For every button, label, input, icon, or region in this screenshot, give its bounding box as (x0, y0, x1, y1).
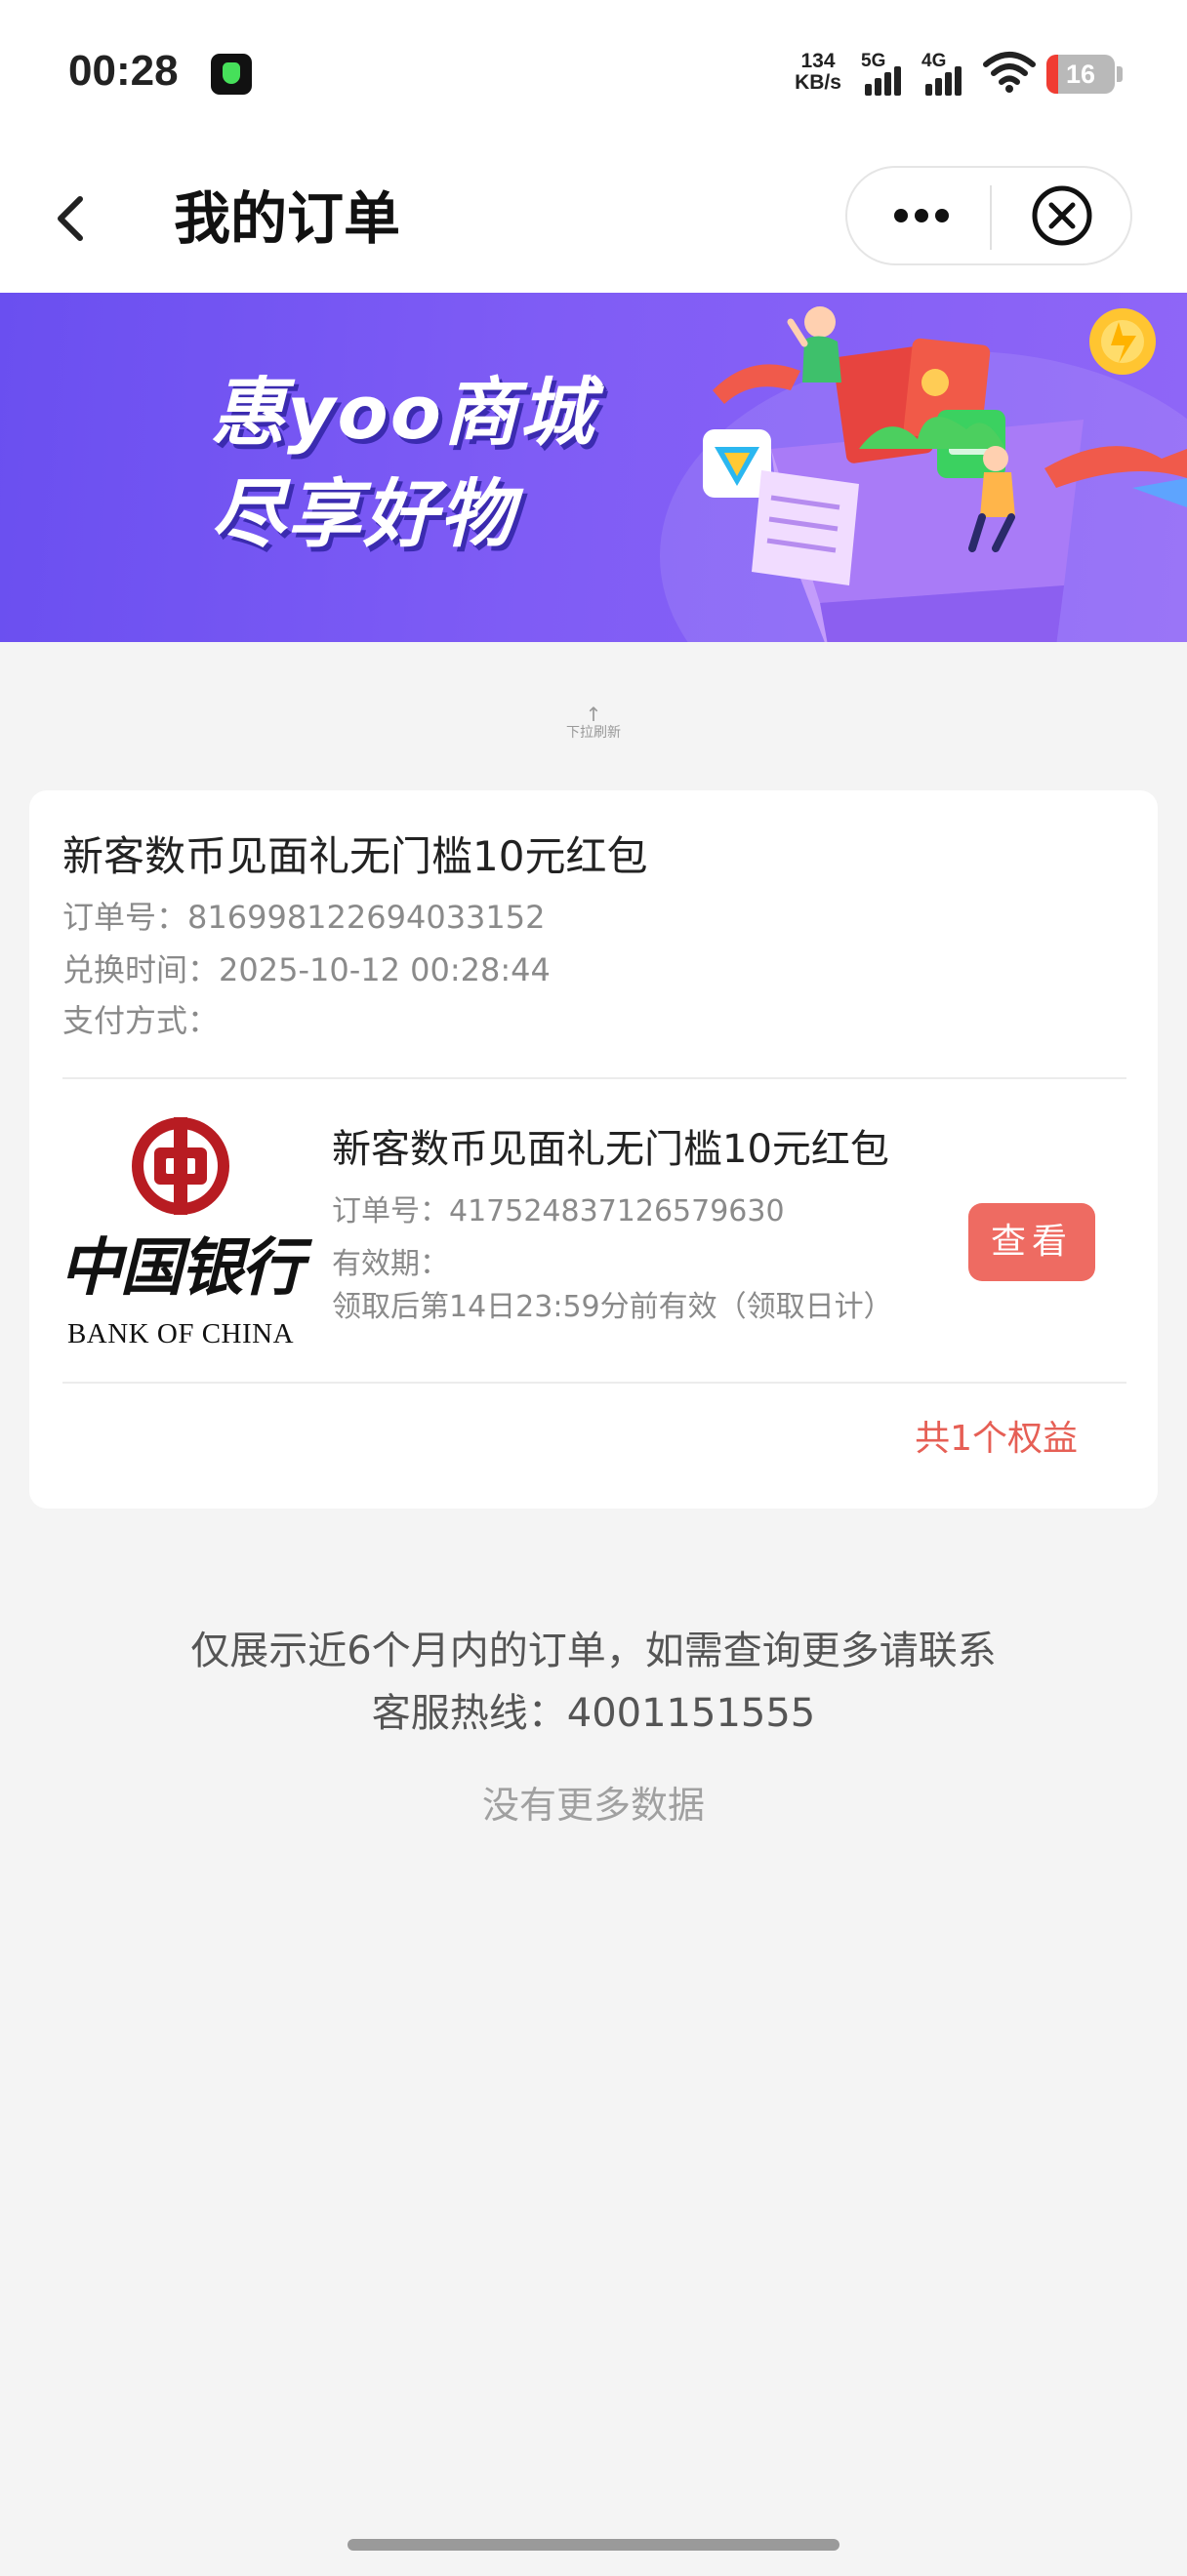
signal-icon: 5G (861, 51, 912, 96)
banner-subheadline: 尽享好物 (211, 470, 515, 557)
back-icon (58, 196, 83, 241)
gift-box-illustration (703, 306, 1187, 642)
battery-icon: 16 (1046, 55, 1115, 94)
order-title: 新客数币见面礼无门槛10元红包 (62, 832, 648, 880)
bank-name-english: BANK OF CHINA (66, 1318, 295, 1349)
network-speed: 134 KB/s (795, 50, 841, 94)
payment-method: 支付方式： (62, 1002, 220, 1039)
close-icon (1032, 185, 1092, 246)
item-order-number: 订单号：417524837126579630 (332, 1194, 785, 1228)
back-button[interactable] (39, 176, 107, 258)
arrow-up-icon: ↑ (585, 703, 602, 726)
divider (62, 1382, 1126, 1384)
benefit-count[interactable]: 共1个权益 (915, 1415, 1078, 1464)
hotline-line: 客服热线：4001151555 (371, 1691, 816, 1736)
page-title: 我的订单 (174, 185, 401, 252)
view-button[interactable]: 查看 (968, 1203, 1095, 1281)
more-button[interactable] (847, 168, 990, 263)
order-history-notice: 仅展示近6个月内的订单，如需查询更多请联系 客服热线：4001151555 (0, 1620, 1187, 1745)
no-more-data-label: 没有更多数据 (481, 1784, 705, 1827)
close-button[interactable] (992, 168, 1132, 263)
order-card[interactable]: 新客数币见面礼无门槛10元红包 订单号：816998122694033152 兑… (29, 790, 1158, 1509)
home-indicator[interactable] (348, 2539, 839, 2551)
promo-banner[interactable]: 惠yoo商城 尽享好物 (0, 293, 1187, 642)
wifi-icon (983, 52, 1036, 93)
order-number: 订单号：816998122694033152 (62, 899, 546, 936)
divider (62, 1077, 1126, 1079)
signal-icon: 4G (921, 51, 972, 96)
item-validity: 有效期：领取后第14日23:59分前有效（领取日计） (332, 1247, 893, 1324)
nav-bar: 我的订单 (0, 146, 1187, 293)
battery-cap (1117, 66, 1123, 82)
pull-to-refresh-hint: ↑ 下拉刷新 (547, 704, 640, 742)
mini-program-capsule (845, 166, 1132, 265)
bank-of-china-logo-icon (132, 1117, 229, 1215)
bank-name-chinese: 中国银行 (60, 1231, 304, 1305)
status-bar: 00:28 134 KB/s 5G 4G 16 (0, 0, 1187, 146)
status-time: 00:28 (68, 47, 179, 95)
item-title: 新客数币见面礼无门槛10元红包 (332, 1127, 889, 1172)
more-icon (894, 209, 949, 222)
pull-refresh-label: 下拉刷新 (566, 725, 621, 741)
music-app-icon (211, 54, 252, 95)
hotline-number[interactable]: 4001151555 (567, 1691, 816, 1736)
exchange-time: 兑换时间：2025-10-12 00:28:44 (62, 951, 551, 988)
notice-line-1: 仅展示近6个月内的订单，如需查询更多请联系 (190, 1629, 997, 1673)
banner-headline: 惠yoo商城 (211, 369, 595, 456)
